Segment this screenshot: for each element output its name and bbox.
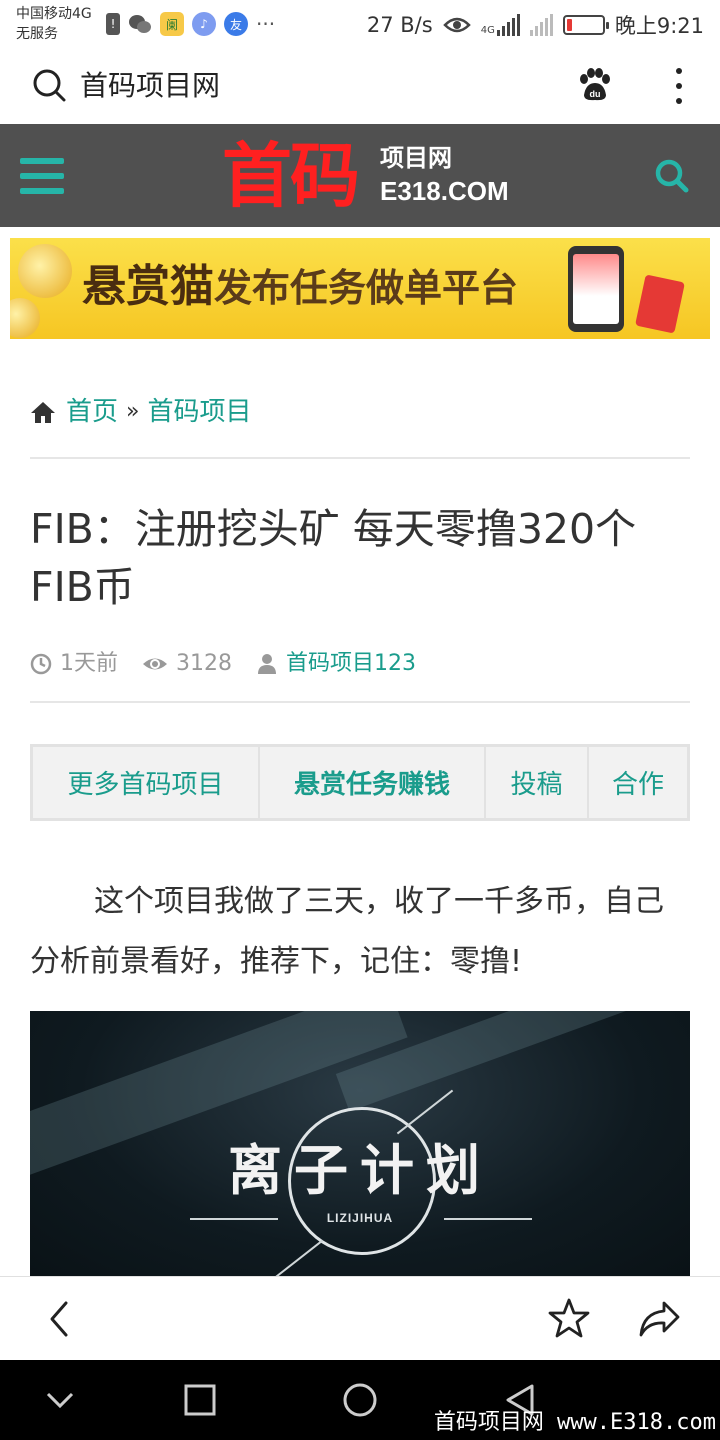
- clock: 晚上9:21: [614, 14, 704, 38]
- coin-decoration: [18, 244, 72, 298]
- hide-nav-chevron-icon[interactable]: [42, 1382, 78, 1418]
- signal-icon: [496, 14, 520, 36]
- breadcrumb-home-link[interactable]: 首页: [66, 392, 118, 432]
- battery-icon: [562, 15, 609, 35]
- more-menu-icon[interactable]: [674, 68, 684, 104]
- app-icon: 阑: [160, 12, 184, 36]
- banner-text: 悬赏猫发布任务做单平台: [82, 262, 518, 313]
- site-search-icon[interactable]: [654, 158, 690, 194]
- tab-reward-tasks[interactable]: 悬赏任务赚钱: [260, 747, 486, 818]
- status-bar: 中国移动4G 无服务 ! 阑 ♪ 友 ··· 27 B/s 4G 晚上9:21: [0, 0, 720, 50]
- red-packet-illustration: [635, 274, 685, 334]
- wechat-icon: [128, 12, 152, 36]
- author-link[interactable]: 首码项目123: [286, 646, 416, 682]
- clock-icon: [30, 653, 52, 675]
- system-navigation-bar: 首码项目网 www.E318.com: [0, 1360, 720, 1440]
- meta-time: 1天前: [30, 646, 118, 682]
- menu-icon[interactable]: [20, 158, 64, 194]
- breadcrumb-category-link[interactable]: 首码项目: [147, 392, 251, 432]
- tab-more-projects[interactable]: 更多首码项目: [33, 747, 260, 818]
- signal-empty-icon: [529, 14, 553, 36]
- watermark: 首码项目网 www.E318.com: [433, 1410, 716, 1435]
- user-icon: [258, 654, 276, 674]
- eye-icon: [143, 658, 167, 670]
- browser-icon: 友: [224, 12, 248, 36]
- coin-decoration: [10, 298, 40, 338]
- meta-views: 3128: [142, 646, 232, 682]
- breadcrumb: 首页 » 首码项目: [30, 392, 252, 432]
- browser-title[interactable]: 首码项目网: [80, 68, 220, 104]
- banner-slogan: 发布任务做单平台: [214, 266, 519, 310]
- net-speed: 27 B/s: [366, 13, 433, 37]
- music-icon: ♪: [192, 12, 216, 36]
- time-ago: 1天前: [60, 651, 118, 676]
- browser-address-bar[interactable]: 首码项目网 du: [0, 50, 720, 124]
- site-logo-domain: E318.COM: [380, 176, 509, 206]
- home-circle-icon[interactable]: [342, 1382, 378, 1418]
- carrier-status: 无服务: [16, 26, 58, 42]
- recents-square-icon[interactable]: [182, 1382, 218, 1418]
- carrier-info: 中国移动4G 无服务: [16, 4, 92, 44]
- site-header: 首码 项目网 E318.COM: [0, 124, 720, 227]
- star-bookmark-icon[interactable]: [548, 1297, 590, 1339]
- search-icon[interactable]: [32, 68, 66, 102]
- quick-links-bar: 更多首码项目 悬赏任务赚钱 投稿 合作: [30, 744, 690, 821]
- view-count: 3128: [176, 651, 232, 676]
- article-paragraph: 这个项目我做了三天，收了一千多币，自己分析前景看好，推荐下，记住：零撸!: [30, 884, 664, 979]
- notification-icons: ! 阑 ♪ 友 ···: [106, 12, 275, 36]
- phone-illustration: [568, 246, 624, 332]
- home-icon: [31, 402, 55, 423]
- article-image[interactable]: 离子计划 LIZIJIHUA: [30, 1011, 690, 1276]
- site-logo[interactable]: 首码: [222, 136, 360, 216]
- article-meta: 1天前 3128 首码项目123: [30, 646, 440, 682]
- ad-banner[interactable]: 悬赏猫发布任务做单平台: [10, 238, 710, 339]
- article-title: FIB：注册挖头矿 每天零撸320个FIB币: [30, 505, 637, 611]
- share-icon[interactable]: [638, 1299, 680, 1339]
- back-arrow-icon[interactable]: [40, 1299, 80, 1339]
- more-dots-icon: ···: [256, 12, 276, 36]
- image-subtitle: LIZIJIHUA: [326, 1211, 394, 1225]
- divider: [30, 457, 690, 459]
- meta-author: 首码项目123: [256, 646, 416, 682]
- network-label: 4G: [480, 25, 495, 36]
- divider: [30, 701, 690, 703]
- carrier-name: 中国移动4G: [16, 6, 92, 22]
- baidu-paw-icon[interactable]: du: [576, 67, 612, 103]
- site-logo-subtitle: 项目网: [380, 144, 452, 172]
- status-right: 27 B/s 4G 晚上9:21: [367, 10, 704, 40]
- tab-cooperate[interactable]: 合作: [589, 747, 687, 818]
- image-title: 离子计划: [228, 1139, 492, 1202]
- tab-submit[interactable]: 投稿: [486, 747, 589, 818]
- banner-brand: 悬赏猫: [82, 261, 214, 312]
- alert-icon: !: [106, 13, 120, 35]
- eye-icon: [442, 17, 471, 33]
- svg-text:du: du: [590, 89, 601, 99]
- browser-bottom-toolbar: [0, 1276, 720, 1360]
- breadcrumb-separator: »: [126, 399, 140, 424]
